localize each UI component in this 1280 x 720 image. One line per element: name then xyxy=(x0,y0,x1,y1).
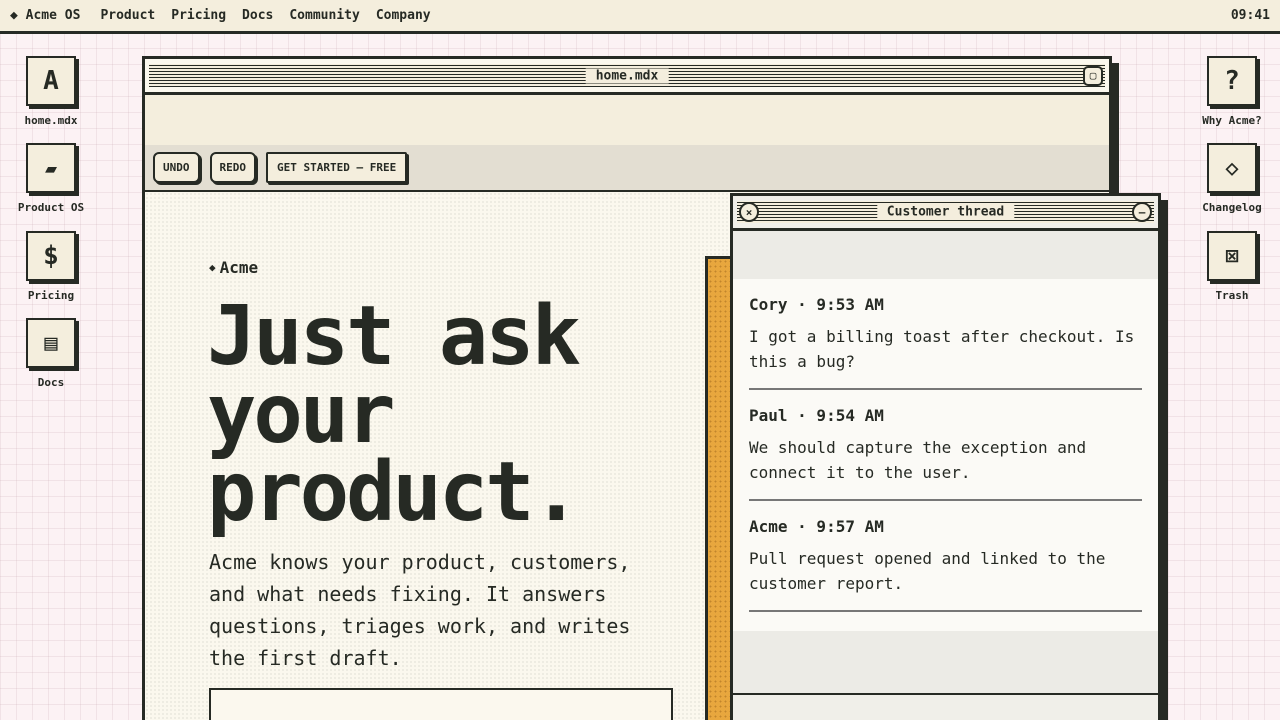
get-started-button[interactable]: GET STARTED — FREE xyxy=(266,152,408,183)
redo-button[interactable]: REDO xyxy=(209,152,256,183)
docs-icon: ▤ xyxy=(26,318,76,368)
menu-bar: ◆ Acme OS Product Pricing Docs Community… xyxy=(0,0,1280,34)
brand-menu[interactable]: ◆ Acme OS xyxy=(10,8,80,23)
desktop-icon-home[interactable]: A home.mdx xyxy=(1,56,101,127)
message-thread: Cory · 9:53 AM I got a billing toast aft… xyxy=(733,279,1158,631)
desktop-icon-product-os[interactable]: ▰ Product OS xyxy=(1,143,101,214)
message-text: I got a billing toast after checkout. Is… xyxy=(749,327,1135,371)
desktop-icon-label: Docs xyxy=(37,376,65,389)
maximize-icon[interactable]: ▢ xyxy=(1083,65,1103,86)
menu-item-product[interactable]: Product xyxy=(100,8,155,23)
desktop-icon-trash[interactable]: ⊠ Trash xyxy=(1182,231,1280,302)
menu-item-pricing[interactable]: Pricing xyxy=(171,8,226,23)
document-a-icon: A xyxy=(26,56,76,106)
desktop-icon-label: Pricing xyxy=(27,289,75,302)
list-item: Paul · 9:54 AM We should capture the exc… xyxy=(749,406,1142,501)
main-window-titlebar[interactable]: home.mdx ▢ xyxy=(145,59,1109,95)
message-author: Cory · 9:53 AM xyxy=(749,295,884,314)
clock: 09:41 xyxy=(1230,8,1270,23)
changelog-icon: ◇ xyxy=(1207,143,1257,193)
desktop-icon-label: Changelog xyxy=(1202,201,1262,214)
minimize-icon[interactable]: – xyxy=(1132,202,1152,222)
question-icon: ? xyxy=(1207,56,1257,106)
chat-window-titlebar[interactable]: × Customer thread – xyxy=(733,196,1158,231)
trash-icon: ⊠ xyxy=(1207,231,1257,281)
menu-item-docs[interactable]: Docs xyxy=(242,8,273,23)
dollar-icon: $ xyxy=(26,231,76,281)
desktop-icon-changelog[interactable]: ◇ Changelog xyxy=(1182,143,1280,214)
hero-headline: Just ask your product. xyxy=(207,289,581,540)
desktop-icon-pricing[interactable]: $ Pricing xyxy=(1,231,101,302)
desktop-icon-label: home.mdx xyxy=(24,114,78,127)
close-icon[interactable]: × xyxy=(739,202,759,222)
list-item: Acme · 9:57 AM Pull request opened and l… xyxy=(749,517,1142,612)
document-header-strip xyxy=(145,95,1109,145)
message-text: We should capture the exception and conn… xyxy=(749,438,1087,482)
desktop-icon-label: Product OS xyxy=(17,201,85,214)
customer-thread-window: × Customer thread – Cory · 9:53 AM I got… xyxy=(730,193,1161,720)
eyebrow-label: Acme xyxy=(219,258,259,277)
desktop-icon-why-acme[interactable]: ? Why Acme? xyxy=(1182,56,1280,127)
product-icon: ▰ xyxy=(26,143,76,193)
hero-lede: Acme knows your product, customers, and … xyxy=(209,550,631,670)
message-author: Paul · 9:54 AM xyxy=(749,406,884,425)
menu-item-company[interactable]: Company xyxy=(376,8,431,23)
message-text: Pull request opened and linked to the cu… xyxy=(749,549,1106,593)
message-author: Acme · 9:57 AM xyxy=(749,517,884,536)
editor-toolbar: UNDO REDO GET STARTED — FREE xyxy=(145,145,1109,192)
ask-input[interactable] xyxy=(209,688,673,720)
chat-header-gap xyxy=(733,231,1158,279)
menu-item-community[interactable]: Community xyxy=(289,8,359,23)
desktop-icon-label: Trash xyxy=(1215,289,1249,302)
window-title: Customer thread xyxy=(876,204,1015,220)
desktop-icon-label: Why Acme? xyxy=(1202,114,1262,127)
list-item: Cory · 9:53 AM I got a billing toast aft… xyxy=(749,295,1142,390)
desktop-icon-docs[interactable]: ▤ Docs xyxy=(1,318,101,389)
diamond-icon: ◆ xyxy=(209,261,216,274)
window-title: home.mdx xyxy=(585,68,669,83)
undo-button[interactable]: UNDO xyxy=(153,152,200,183)
chat-footer-gap xyxy=(733,631,1158,695)
eyebrow: ◆ Acme xyxy=(209,258,258,277)
